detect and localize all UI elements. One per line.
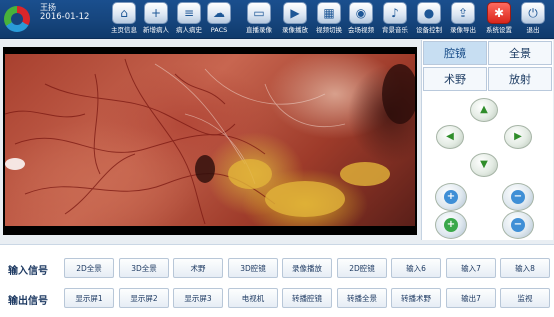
history-icon: ≡ — [177, 2, 201, 24]
surgical-video-image — [5, 54, 415, 226]
output-signal-button-5[interactable]: 转播腔镜 — [282, 288, 332, 308]
settings-icon: ✱ — [487, 2, 511, 24]
output-signal-button-1[interactable]: 显示屏1 — [64, 288, 114, 308]
top-toolbar: 王扬 2016-01-12 ⌂ 主页信息 + 新增病人 ≡ 病人病史 ☁ PACS ▭ 直播录像 ▶… — [0, 0, 554, 39]
ptz-left-button[interactable]: ◀ — [436, 125, 464, 149]
current-date: 2016-01-12 — [40, 12, 90, 22]
conference-video-icon: ◉ — [349, 2, 373, 24]
input-signal-label: 输入信号 — [8, 266, 48, 277]
music-icon: ♪ — [383, 2, 407, 24]
mode-endoscope-button[interactable]: 腔镜 — [423, 41, 487, 65]
input-signal-button-1[interactable]: 2D全景 — [64, 258, 114, 278]
toolbar-button-add-patient[interactable]: + 新增病人 — [140, 2, 172, 36]
live-record-icon: ▭ — [247, 2, 271, 24]
toolbar-button-music[interactable]: ♪ 背景音乐 — [379, 2, 411, 36]
zoom-in-icon: + — [444, 190, 458, 204]
toolbar-label: 退出 — [526, 26, 540, 34]
toolbar-label: 视频切换 — [316, 26, 342, 34]
endoscope-video-feed[interactable] — [3, 47, 417, 235]
pacs-icon: ☁ — [207, 2, 231, 24]
zoom-out-button[interactable]: − — [502, 183, 534, 211]
focus-far-button[interactable]: − — [502, 211, 534, 239]
toolbar-button-settings[interactable]: ✱ 系统设置 — [483, 2, 515, 36]
toolbar-label: 录像导出 — [450, 26, 476, 34]
input-signal-button-9[interactable]: 输入8 — [500, 258, 550, 278]
toolbar-label: PACS — [210, 26, 228, 34]
ptz-right-button[interactable]: ▶ — [504, 125, 532, 149]
exit-icon: ⏻ — [521, 2, 545, 24]
output-signal-button-6[interactable]: 转播全景 — [337, 288, 387, 308]
ptz-down-button[interactable]: ▼ — [470, 153, 498, 177]
toolbar-label: 直播录像 — [246, 26, 272, 34]
device-control-icon: ● — [417, 2, 441, 24]
input-signal-button-4[interactable]: 3D腔镜 — [228, 258, 278, 278]
output-signal-button-9[interactable]: 监视 — [500, 288, 550, 308]
arrow-up-icon: ▲ — [480, 104, 488, 115]
toolbar-label: 录像播放 — [282, 26, 308, 34]
video-switch-icon: ▦ — [317, 2, 341, 24]
focus-near-icon: + — [444, 218, 458, 232]
input-signal-button-7[interactable]: 输入6 — [391, 258, 441, 278]
output-signal-label: 输出信号 — [8, 296, 48, 307]
input-signal-button-2[interactable]: 3D全景 — [119, 258, 169, 278]
output-signal-button-7[interactable]: 转播术野 — [391, 288, 441, 308]
mode-radiology-button[interactable]: 放射 — [488, 67, 552, 91]
ptz-up-button[interactable]: ▲ — [470, 98, 498, 122]
toolbar-button-export[interactable]: ⇪ 录像导出 — [447, 2, 479, 36]
focus-far-icon: − — [511, 218, 525, 232]
toolbar-label: 会场视频 — [348, 26, 374, 34]
output-signal-button-3[interactable]: 显示屏3 — [173, 288, 223, 308]
zoom-in-button[interactable]: + — [435, 183, 467, 211]
toolbar-button-home[interactable]: ⌂ 主页信息 — [108, 2, 140, 36]
output-signal-button-4[interactable]: 电视机 — [228, 288, 278, 308]
input-signal-button-8[interactable]: 输入7 — [446, 258, 496, 278]
toolbar-label: 系统设置 — [486, 26, 512, 34]
toolbar-button-play[interactable]: ▶ 录像播放 — [279, 2, 311, 36]
toolbar-label: 新增病人 — [143, 26, 169, 34]
toolbar-button-video-switch[interactable]: ▦ 视频切换 — [313, 2, 345, 36]
zoom-out-icon: − — [511, 190, 525, 204]
arrow-right-icon: ▶ — [514, 131, 522, 142]
toolbar-label: 病人病史 — [176, 26, 202, 34]
control-panel: 腔镜 全景 术野 放射 ▲ ◀ ▶ ▼ + − + − — [421, 40, 553, 240]
input-signal-button-5[interactable]: 录像播放 — [282, 258, 332, 278]
input-signal-button-3[interactable]: 术野 — [173, 258, 223, 278]
toolbar-button-conference-video[interactable]: ◉ 会场视频 — [345, 2, 377, 36]
toolbar-button-live-record[interactable]: ▭ 直播录像 — [243, 2, 275, 36]
output-signal-button-8[interactable]: 输出7 — [446, 288, 496, 308]
signal-routing-area: 输入信号 输出信号 2D全景 3D全景 术野 3D腔镜 录像播放 2D腔镜 输入6 输入7 输入… — [0, 244, 554, 317]
focus-near-button[interactable]: + — [435, 211, 467, 239]
toolbar-button-history[interactable]: ≡ 病人病史 — [173, 2, 205, 36]
input-signal-button-6[interactable]: 2D腔镜 — [337, 258, 387, 278]
arrow-down-icon: ▼ — [480, 159, 488, 170]
mode-panorama-button[interactable]: 全景 — [488, 41, 552, 65]
add-patient-icon: + — [144, 2, 168, 24]
toolbar-button-pacs[interactable]: ☁ PACS — [203, 2, 235, 36]
output-signal-button-2[interactable]: 显示屏2 — [119, 288, 169, 308]
toolbar-label: 设备控制 — [416, 26, 442, 34]
mode-surgical-field-button[interactable]: 术野 — [423, 67, 487, 91]
export-icon: ⇪ — [451, 2, 475, 24]
app-logo — [4, 6, 30, 32]
toolbar-button-exit[interactable]: ⏻ 退出 — [517, 2, 549, 36]
toolbar-button-device-control[interactable]: ● 设备控制 — [413, 2, 445, 36]
arrow-left-icon: ◀ — [446, 131, 454, 142]
toolbar-label: 主页信息 — [111, 26, 137, 34]
toolbar-label: 背景音乐 — [382, 26, 408, 34]
home-icon: ⌂ — [112, 2, 136, 24]
play-icon: ▶ — [283, 2, 307, 24]
